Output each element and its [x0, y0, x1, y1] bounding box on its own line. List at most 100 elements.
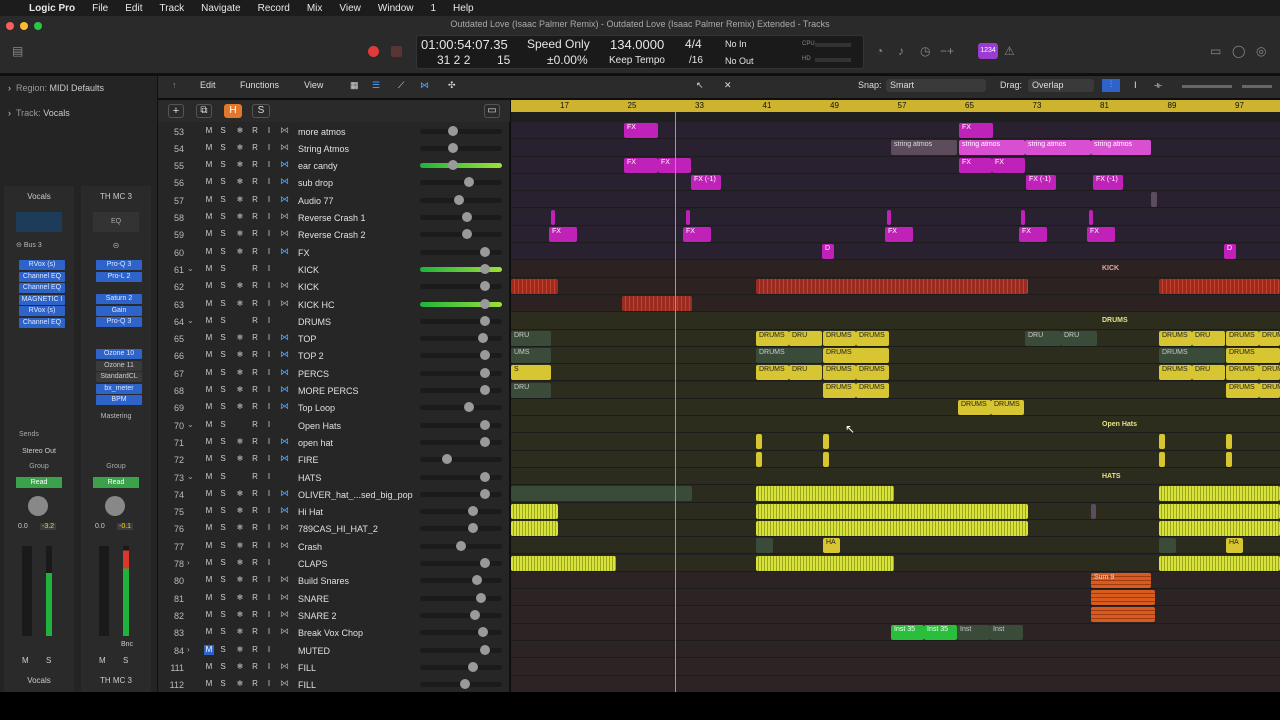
track-lane[interactable] — [511, 173, 1280, 192]
track-name[interactable]: Break Vox Chop — [298, 628, 418, 638]
track-header[interactable]: 73 ⌄ M S R I HATS — [158, 469, 510, 486]
menu-mix[interactable]: Mix — [307, 3, 323, 14]
bar-ruler[interactable]: 17 25 33 41 49 57 65 73 81 89 97 — [511, 100, 1280, 112]
track-name[interactable]: Build Snares — [298, 576, 418, 586]
input-monitor-button[interactable]: I — [264, 610, 274, 620]
track-lane[interactable] — [511, 381, 1280, 399]
region[interactable]: string atmos — [1091, 140, 1151, 156]
mute-button[interactable]: M — [99, 656, 106, 665]
plugin-slot[interactable]: Channel EQ — [19, 317, 65, 328]
region[interactable] — [511, 555, 616, 571]
volume-slider[interactable] — [420, 160, 502, 171]
freeze-button[interactable]: ❄ — [235, 229, 245, 239]
solo-button[interactable]: S — [123, 656, 128, 665]
flex-icon[interactable]: ⋈ — [280, 349, 289, 360]
track-header[interactable]: 66 M S ❄ R I ⋈ TOP 2 — [158, 347, 510, 364]
region[interactable] — [1091, 607, 1155, 623]
solo-button[interactable]: S — [218, 229, 228, 239]
flex-icon[interactable]: ⋈ — [280, 522, 289, 533]
playhead[interactable] — [675, 112, 676, 692]
menu-navigate[interactable]: Navigate — [201, 3, 240, 14]
input-monitor-button[interactable]: I — [264, 160, 274, 170]
track-name[interactable]: open hat — [298, 438, 418, 448]
track-name[interactable]: OLIVER_hat_...sed_big_pop — [298, 490, 418, 500]
volume-knob[interactable] — [448, 125, 458, 136]
freeze-button[interactable]: ❄ — [235, 281, 245, 291]
record-enable-button[interactable]: R — [250, 350, 260, 360]
flex-icon[interactable]: ⋈ — [280, 228, 289, 239]
freeze-button[interactable]: ❄ — [235, 177, 245, 187]
mute-button[interactable]: M — [204, 506, 214, 516]
track-header[interactable]: 58 M S ❄ R I ⋈ Reverse Crash 1 — [158, 209, 510, 226]
track-name[interactable]: KICK HC — [298, 300, 418, 310]
record-enable-button[interactable]: R — [250, 316, 260, 326]
track-lane[interactable] — [511, 571, 1280, 590]
volume-slider[interactable] — [420, 419, 502, 430]
flex-icon[interactable]: ⋈ — [420, 80, 429, 91]
solo-button[interactable]: S — [218, 679, 228, 689]
region[interactable]: FX — [1087, 226, 1115, 242]
region[interactable] — [622, 296, 692, 311]
region[interactable] — [756, 538, 773, 554]
input-monitor-button[interactable]: I — [264, 627, 274, 637]
freeze-button[interactable]: ❄ — [235, 212, 245, 222]
track-lane[interactable] — [511, 589, 1280, 607]
list-editors-icon[interactable]: ▭ — [1210, 44, 1221, 58]
record-enable-button[interactable]: R — [250, 575, 260, 585]
region[interactable]: string atmos — [1025, 140, 1091, 156]
region[interactable] — [756, 278, 1028, 294]
region-inspector-header[interactable]: › Region: MIDI Defaults — [8, 83, 104, 93]
flex-icon[interactable]: ⋈ — [280, 332, 289, 343]
region[interactable]: DRUMS — [856, 365, 889, 381]
freeze-button[interactable]: ❄ — [235, 593, 245, 603]
plugin-slot[interactable]: StandardCL — [96, 372, 142, 382]
flex-icon[interactable]: ⋈ — [280, 592, 289, 603]
freeze-button[interactable]: ❄ — [235, 402, 245, 412]
region[interactable]: DRUMS — [1259, 330, 1280, 346]
mute-button[interactable]: M — [204, 523, 214, 533]
region[interactable] — [1159, 555, 1280, 571]
region[interactable] — [1091, 590, 1155, 606]
volume-slider[interactable] — [420, 315, 502, 326]
volume-knob[interactable] — [480, 315, 490, 326]
region[interactable]: DRUMS — [823, 347, 889, 363]
menu-track[interactable]: Track — [159, 3, 184, 14]
track-name[interactable]: String Atmos — [298, 144, 418, 154]
region[interactable]: FX (-1) — [1026, 174, 1056, 190]
region[interactable]: Inst — [957, 624, 990, 640]
volume-slider[interactable] — [420, 436, 502, 447]
grid-view-icon[interactable]: ▦ — [350, 80, 359, 91]
volume-knob[interactable] — [480, 367, 490, 378]
track-lane[interactable] — [511, 675, 1280, 692]
mute-button[interactable]: M — [204, 126, 214, 136]
flex-icon[interactable]: ⋈ — [280, 142, 289, 153]
tracks-area[interactable]: FX FX string atmos string atmos string atmos… — [511, 122, 1280, 692]
track-header[interactable]: 65 M S ❄ R I ⋈ TOP — [158, 330, 510, 347]
snap-select[interactable]: Smart — [886, 79, 986, 92]
record-enable-button[interactable]: R — [250, 541, 260, 551]
region[interactable]: DRUMS — [1159, 330, 1192, 346]
input-monitor-button[interactable]: I — [264, 523, 274, 533]
record-enable-button[interactable]: R — [250, 333, 260, 343]
record-enable-button[interactable]: R — [250, 437, 260, 447]
region[interactable]: DRUMS — [958, 399, 991, 415]
solo-button[interactable]: S — [46, 656, 51, 665]
track-name[interactable]: Open Hats — [298, 421, 418, 431]
mute-button[interactable]: M — [204, 558, 214, 568]
disclosure-open-icon[interactable]: ⌄ — [187, 472, 194, 481]
disclosure-open-icon[interactable]: ⌄ — [187, 420, 194, 429]
volume-knob[interactable] — [480, 558, 490, 568]
track-lane[interactable] — [511, 191, 1280, 209]
output-slot[interactable]: Stereo Out — [16, 448, 62, 455]
plugin-slot[interactable]: bx_meter — [96, 383, 142, 394]
volume-slider[interactable] — [420, 540, 502, 551]
region[interactable]: DRU — [1192, 330, 1225, 346]
disclosure-open-icon[interactable]: ⌄ — [187, 316, 194, 325]
track-name[interactable]: Reverse Crash 1 — [298, 213, 418, 223]
disclosure-open-icon[interactable]: ⌄ — [187, 264, 194, 273]
mute-button[interactable]: M — [204, 385, 214, 395]
region[interactable]: DRUMS — [856, 382, 889, 398]
volume-knob[interactable] — [462, 229, 472, 240]
menu-1[interactable]: 1 — [430, 3, 436, 14]
plugin-slot[interactable]: Saturn 2 — [96, 294, 142, 304]
